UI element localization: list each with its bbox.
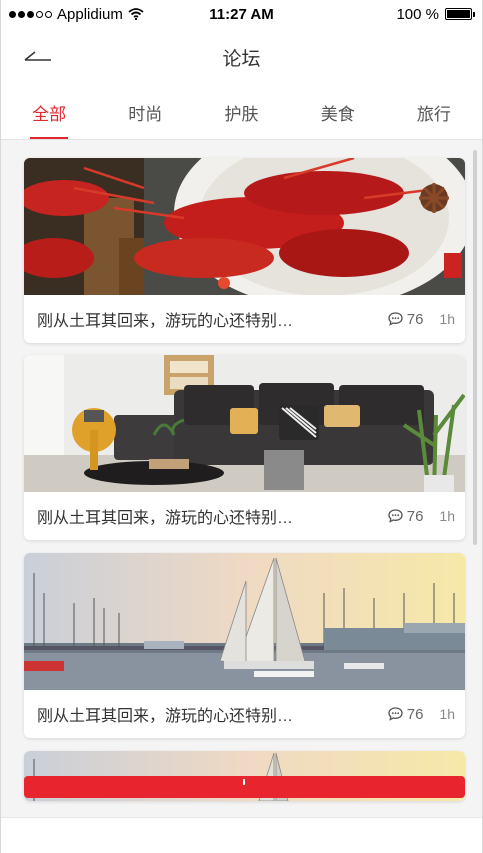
comment-icon xyxy=(388,312,403,326)
post-time: 1h xyxy=(439,508,455,524)
comment-icon xyxy=(388,707,403,721)
bar-marker xyxy=(243,779,245,785)
feed-scrollbar[interactable] xyxy=(473,150,477,545)
comment-count-value: 76 xyxy=(406,507,424,525)
sailboat-harbor-photo xyxy=(24,553,465,690)
tab-all[interactable]: 全部 xyxy=(1,84,97,139)
tab-fashion[interactable]: 时尚 xyxy=(97,84,193,139)
crayfish-dish-photo xyxy=(24,158,465,295)
tab-skincare[interactable]: 护肤 xyxy=(193,84,289,139)
comment-icon xyxy=(388,509,403,523)
post-title: 刚从土耳其回来，游玩的心还特别… xyxy=(37,708,294,725)
post-card[interactable]: 刚从土耳其回来，游玩的心还特别… 76 1h xyxy=(24,355,465,540)
comment-count: 76 xyxy=(388,507,424,525)
post-meta: 刚从土耳其回来，游玩的心还特别… 76 1h xyxy=(24,295,465,343)
post-time: 1h xyxy=(439,706,455,722)
category-tabs: 全部 时尚 护肤 美食 旅行 xyxy=(1,84,482,140)
post-time: 1h xyxy=(439,311,455,327)
nav-bar: 论坛 xyxy=(1,28,482,84)
comment-count: 76 xyxy=(388,310,424,328)
post-feed[interactable]: 刚从土耳其回来，游玩的心还特别… 76 1h 刚从土耳其回来，游玩的心还特别… … xyxy=(1,141,482,817)
status-time: 11:27 AM xyxy=(209,5,274,23)
comment-count: 76 xyxy=(388,705,424,723)
carrier-name: Applidium xyxy=(57,5,123,23)
signal-dots-icon xyxy=(9,10,52,18)
post-meta: 刚从土耳其回来，游玩的心还特别… 76 1h xyxy=(24,690,465,738)
app-screen: Applidium 11:27 AM 100 % 论坛 全部 时尚 护肤 美食 … xyxy=(0,0,483,853)
post-meta: 刚从土耳其回来，游玩的心还特别… 76 1h xyxy=(24,492,465,540)
battery-icon xyxy=(445,8,475,20)
post-title: 刚从土耳其回来，游玩的心还特别… xyxy=(37,313,294,330)
post-card[interactable]: 刚从土耳其回来，游玩的心还特别… 76 1h xyxy=(24,553,465,738)
page-title: 论坛 xyxy=(222,49,261,70)
comment-count-value: 76 xyxy=(406,310,424,328)
post-title: 刚从土耳其回来，游玩的心还特别… xyxy=(37,510,294,527)
comment-count-value: 76 xyxy=(406,705,424,723)
status-right: 100 % xyxy=(396,5,475,23)
status-left: Applidium xyxy=(9,6,144,23)
floating-action-bar[interactable] xyxy=(24,776,465,798)
tab-travel[interactable]: 旅行 xyxy=(386,84,482,139)
living-room-sofa-photo xyxy=(24,355,465,492)
tab-food[interactable]: 美食 xyxy=(290,84,386,139)
wifi-icon xyxy=(128,8,144,20)
battery-percent: 100 % xyxy=(396,5,439,23)
status-bar: Applidium 11:27 AM 100 % xyxy=(1,0,482,28)
post-card[interactable]: 刚从土耳其回来，游玩的心还特别… 76 1h xyxy=(24,158,465,343)
bottom-area xyxy=(1,817,482,853)
